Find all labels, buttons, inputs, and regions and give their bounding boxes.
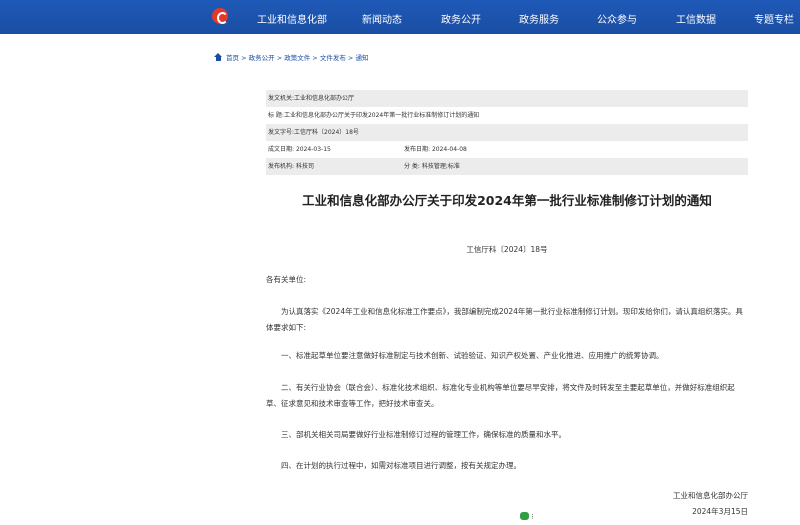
meta-row-issuer: 发文机关:工业和信息化部办公厅 xyxy=(266,90,748,107)
paragraph-intro: 为认真落实《2024年工业和信息化标准工作要点》，我部编制完成2024年第一批行… xyxy=(266,307,743,332)
share-bar: ⁝ xyxy=(520,512,533,521)
greeting: 各有关单位: xyxy=(266,275,307,284)
breadcrumb: 首页 > 政务公开 > 政策文件 > 文件发布 > 通知 xyxy=(214,52,368,62)
meta-row-dates: 成文日期: 2024-03-15 发布日期: 2024-04-08 xyxy=(268,146,467,153)
nav-item-ministry[interactable]: 工业和信息化部 xyxy=(257,11,327,26)
meta-row-title: 标 题:工业和信息化部办公厅关于印发2024年第一批行业标准制修订计划的通知 xyxy=(268,112,480,119)
meta-row-org: 发布机构: 科技司 分 类: 科技管理;标准 xyxy=(266,158,748,175)
breadcrumb-notice[interactable]: 通知 xyxy=(355,54,368,62)
nav-item-services[interactable]: 政务服务 xyxy=(519,11,559,26)
nav-item-gov-affairs[interactable]: 政务公开 xyxy=(441,11,481,26)
nav-item-news[interactable]: 新闻动态 xyxy=(362,11,402,26)
breadcrumb-gov-affairs[interactable]: 政务公开 xyxy=(249,54,275,62)
nav-item-data[interactable]: 工信数据 xyxy=(676,11,716,26)
wechat-share-icon[interactable] xyxy=(520,512,529,520)
paragraph-2: 二、有关行业协会（联合会）、标准化技术组织、标准化专业机构等单位要尽早安排，将文… xyxy=(266,383,735,408)
paragraph-1: 一、标准起草单位要注意做好标准制定与技术创新、试验验证、知识产权处置、产业化推进… xyxy=(281,351,664,360)
home-icon xyxy=(214,53,223,61)
breadcrumb-policy[interactable]: 政策文件 xyxy=(284,54,310,62)
breadcrumb-release[interactable]: 文件发布 xyxy=(320,54,346,62)
miit-logo-icon[interactable] xyxy=(212,8,228,24)
top-nav-bar: 工业和信息化部 新闻动态 政务公开 政务服务 公众参与 工信数据 专题专栏 xyxy=(0,0,800,34)
paragraph-4: 四、在计划的执行过程中，如需对标准项目进行调整，按有关规定办理。 xyxy=(281,461,521,470)
signature-org: 工业和信息化部办公厅 xyxy=(673,491,748,500)
nav-item-participation[interactable]: 公众参与 xyxy=(597,11,637,26)
nav-item-topics[interactable]: 专题专栏 xyxy=(754,11,794,26)
breadcrumb-home[interactable]: 首页 xyxy=(226,54,239,62)
document-number: 工信厅科〔2024〕18号 xyxy=(466,245,548,254)
signature-date: 2024年3月15日 xyxy=(692,507,748,516)
document-meta-table: 发文机关:工业和信息化部办公厅 标 题:工业和信息化部办公厅关于印发2024年第… xyxy=(266,90,748,175)
paragraph-3: 三、部机关相关司局要做好行业标准制修订过程的管理工作，确保标准的质量和水平。 xyxy=(281,430,566,439)
document-title: 工业和信息化部办公厅关于印发2024年第一批行业标准制修订计划的通知 xyxy=(302,193,712,208)
more-icon[interactable]: ⁝ xyxy=(531,513,533,521)
meta-row-docno: 发文字号:工信厅科〔2024〕18号 xyxy=(266,124,748,141)
